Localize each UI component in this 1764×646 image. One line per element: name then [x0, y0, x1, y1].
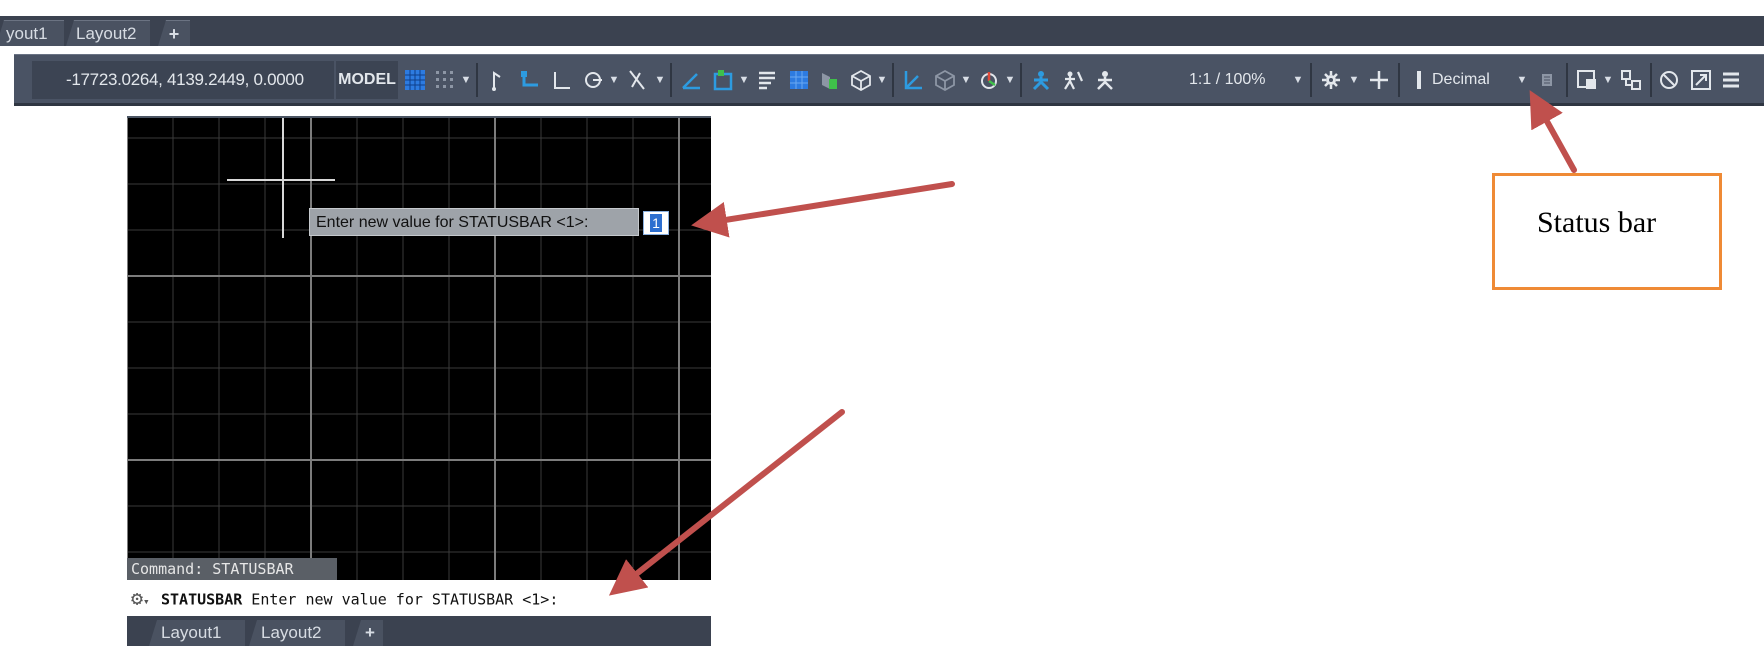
- dynamic-input-prompt: Enter new value for STATUSBAR <1>:: [309, 208, 639, 236]
- tab-layout1[interactable]: yout1: [0, 20, 64, 46]
- lock-ui-icon[interactable]: [1572, 61, 1602, 99]
- command-history: Command: STATUSBAR: [127, 558, 337, 580]
- separator: [1398, 63, 1400, 97]
- clean-screen-icon[interactable]: [1686, 61, 1716, 99]
- object-snap-dropdown-icon[interactable]: ▼: [738, 61, 750, 99]
- command-line[interactable]: ⚙▾ STATUSBAR Enter new value for STATUSBA…: [127, 582, 711, 614]
- gizmo-icon[interactable]: [974, 61, 1004, 99]
- object-snap-icon[interactable]: [708, 61, 738, 99]
- selection-filter-icon[interactable]: [930, 61, 960, 99]
- arrow-to-status-bar: [1529, 90, 1577, 173]
- tab-layout2[interactable]: Layout2: [66, 20, 150, 46]
- ortho-icon[interactable]: [482, 61, 512, 99]
- gizmo-dropdown-icon[interactable]: ▼: [1004, 61, 1016, 99]
- drawing-area[interactable]: Enter new value for STATUSBAR <1>: 1 Com…: [127, 116, 711, 580]
- tab-layout1[interactable]: Layout1: [149, 620, 245, 646]
- hardware-acceleration-icon[interactable]: [1654, 61, 1684, 99]
- units-button[interactable]: Decimal: [1432, 61, 1512, 99]
- coordinates-readout[interactable]: -17723.0264, 4139.2449, 0.0000: [32, 61, 334, 99]
- snap-dropdown-icon[interactable]: ▼: [460, 61, 472, 99]
- selection-cycling-icon[interactable]: [814, 61, 844, 99]
- customization-icon[interactable]: [1716, 61, 1746, 99]
- isodraft-icon[interactable]: [622, 61, 652, 99]
- ortho-mode-icon[interactable]: [546, 61, 576, 99]
- auto-scale-icon[interactable]: [1058, 61, 1088, 99]
- lock-ui-dropdown-icon[interactable]: ▼: [1602, 61, 1614, 99]
- add-layout-tab-button[interactable]: +: [353, 620, 383, 646]
- model-space-button[interactable]: MODEL: [336, 61, 398, 99]
- command-name: STATUSBAR: [161, 590, 243, 609]
- 3d-object-snap-icon[interactable]: [846, 61, 876, 99]
- command-line-gear-icon[interactable]: ⚙▾: [131, 582, 161, 618]
- units-icon[interactable]: [1404, 61, 1434, 99]
- isodraft-dropdown-icon[interactable]: ▼: [654, 61, 666, 99]
- selection-filter-dropdown-icon[interactable]: ▼: [960, 61, 972, 99]
- isolate-objects-icon[interactable]: [1616, 61, 1646, 99]
- workspace-dropdown-icon[interactable]: ▼: [1348, 61, 1360, 99]
- callout-label: Status bar: [1537, 206, 1657, 239]
- top-layout-tabs: yout1 Layout2 +: [0, 16, 1764, 46]
- status-bar-callout: Status bar: [1492, 173, 1722, 290]
- separator: [476, 63, 478, 97]
- units-dropdown-icon[interactable]: ▼: [1516, 61, 1528, 99]
- grid-icon[interactable]: [400, 61, 430, 99]
- arrow-to-prompt: [691, 181, 955, 238]
- separator: [1566, 63, 1568, 97]
- separator: [892, 63, 894, 97]
- lineweight-icon[interactable]: [752, 61, 782, 99]
- command-prompt: Enter new value for STATUSBAR <1>:: [242, 590, 559, 609]
- dynamic-input-value: 1: [650, 214, 662, 232]
- annotation-visibility-icon[interactable]: [1026, 61, 1056, 99]
- annotation-scale-icon[interactable]: [1090, 61, 1120, 99]
- dynamic-ucs-icon[interactable]: [898, 61, 928, 99]
- tab-layout2[interactable]: Layout2: [249, 620, 345, 646]
- separator: [1310, 63, 1312, 97]
- infer-icon[interactable]: [514, 61, 544, 99]
- grid-lines: [127, 118, 711, 580]
- 3d-object-snap-dropdown-icon[interactable]: ▼: [876, 61, 888, 99]
- separator: [670, 63, 672, 97]
- workspace-icon[interactable]: [1316, 61, 1346, 99]
- status-bar: -17723.0264, 4139.2449, 0.0000 MODEL ▼ ▼…: [14, 54, 1764, 106]
- separator: [1020, 63, 1022, 97]
- polar-icon[interactable]: [578, 61, 608, 99]
- dynamic-input-field[interactable]: 1: [643, 211, 669, 235]
- object-snap-tracking-icon[interactable]: [676, 61, 706, 99]
- annotation-scale-dropdown-icon[interactable]: ▼: [1292, 61, 1304, 99]
- transparency-icon[interactable]: [784, 61, 814, 99]
- quick-properties-icon[interactable]: [1532, 61, 1562, 99]
- separator: [1650, 63, 1652, 97]
- bottom-layout-tabs: Layout1 Layout2 +: [127, 616, 711, 646]
- add-layout-tab-button[interactable]: +: [158, 20, 190, 46]
- annotation-scale-button[interactable]: 1:1 / 100%: [1189, 61, 1299, 99]
- polar-dropdown-icon[interactable]: ▼: [608, 61, 620, 99]
- snap-icon[interactable]: [430, 61, 460, 99]
- annotation-monitor-icon[interactable]: [1364, 61, 1394, 99]
